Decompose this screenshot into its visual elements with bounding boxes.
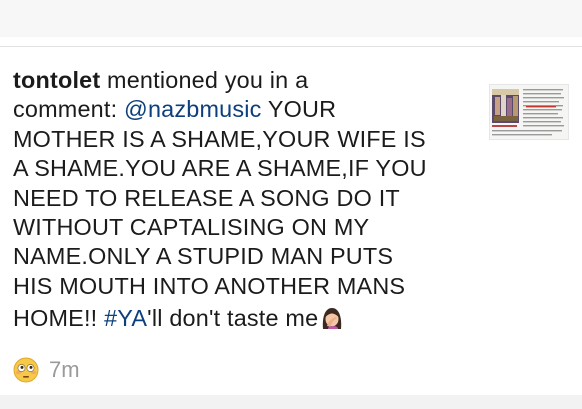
post-thumbnail[interactable] bbox=[489, 84, 569, 140]
comment-line: HOME!! #YA'll don't taste me bbox=[13, 304, 478, 333]
comment-line: MOTHER IS A SHAME,YOUR WIFE IS bbox=[13, 125, 426, 152]
notification-text: HOME!! bbox=[13, 305, 105, 332]
timestamp: 7m bbox=[49, 357, 80, 382]
notification-line: tontolet mentioned you in a bbox=[13, 66, 478, 95]
comment-line: WITHOUT CAPTALISING ON MY bbox=[13, 213, 370, 240]
mention-link[interactable]: @nazbmusic bbox=[124, 96, 262, 122]
comment-line: A SHAME.YOU ARE A SHAME,IF YOU bbox=[13, 155, 427, 182]
notification-text: 'll don't taste me bbox=[147, 305, 319, 332]
username-link[interactable]: tontolet bbox=[13, 67, 100, 93]
notification-item[interactable]: tontolet mentioned you in a comment: @na… bbox=[13, 66, 478, 334]
hashtag-link[interactable]: #YA bbox=[104, 305, 147, 331]
notification-meta: 7m bbox=[13, 357, 80, 383]
notification-text: YOUR bbox=[261, 96, 337, 123]
notification-line: comment: @nazbmusic YOUR bbox=[13, 95, 478, 124]
divider bbox=[0, 46, 582, 47]
flushed-face-icon bbox=[13, 357, 39, 383]
bottom-bar bbox=[0, 395, 582, 409]
woman-facepalming-icon bbox=[319, 305, 345, 331]
comment-line: NEED TO RELEASE A SONG DO IT bbox=[13, 184, 400, 211]
comment-line: HIS MOUTH INTO ANOTHER MANS bbox=[13, 272, 406, 299]
notification-text: comment: bbox=[13, 96, 124, 123]
comment-line: NAME.ONLY A STUPID MAN PUTS bbox=[13, 243, 394, 270]
top-bar bbox=[0, 0, 582, 37]
notification-text: mentioned you in a bbox=[100, 67, 309, 93]
